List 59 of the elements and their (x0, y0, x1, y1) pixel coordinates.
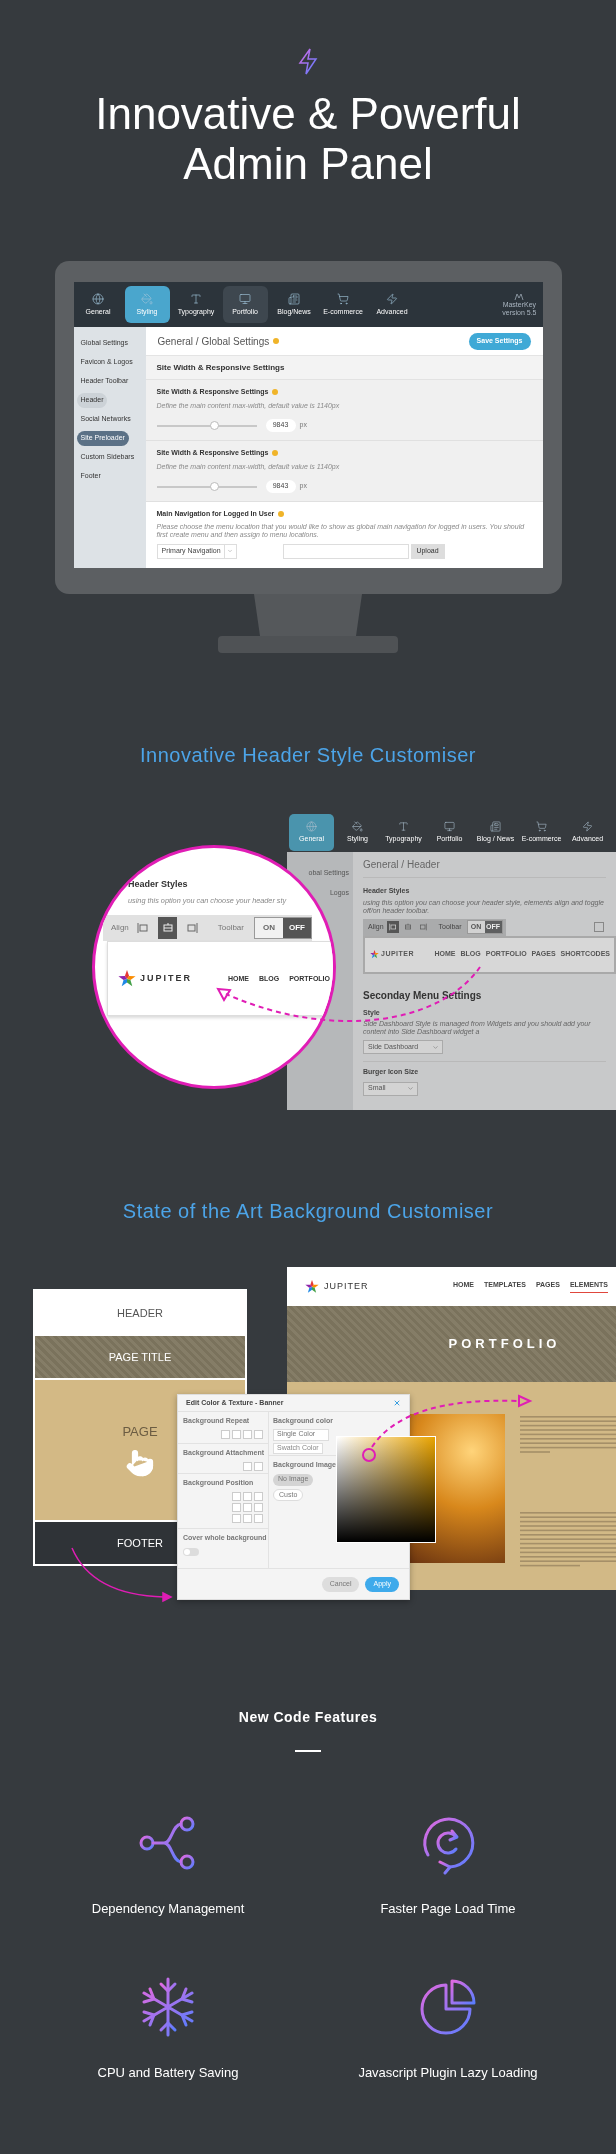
lightning-icon (298, 48, 318, 75)
lightning-icon (582, 821, 593, 832)
page-label: PAGE (122, 1423, 158, 1442)
globe-icon (306, 821, 317, 832)
align-left-icon (137, 922, 150, 935)
letter-t-icon (398, 821, 409, 832)
hero-title: Innovative & Powerful Admin Panel (95, 89, 521, 189)
banner: PORTFOLIO (287, 1306, 616, 1382)
page-title-block: PAGE TITLE (35, 1336, 245, 1378)
slider-thumb[interactable] (210, 482, 219, 491)
newspaper-icon (490, 821, 501, 832)
pointing-hand-icon (125, 1447, 155, 1478)
star-logo-icon (118, 969, 136, 988)
picker-ring[interactable] (362, 1448, 376, 1462)
square-icon (594, 922, 604, 932)
section-heading: Innovative Header Style Customiser (139, 743, 476, 768)
section-heading: State of the Art Background Customiser (122, 1199, 494, 1224)
cart-icon (536, 821, 547, 832)
chevron-down-icon (407, 1085, 414, 1092)
cover-switch[interactable] (183, 1547, 199, 1556)
upload-path-field[interactable] (282, 543, 409, 559)
align-label: Align (111, 922, 129, 935)
monitor-icon (444, 821, 455, 832)
logo-text: JUPITER (140, 972, 192, 986)
cart-icon (337, 293, 349, 305)
feature-label: Faster Page Load Time (380, 1900, 516, 1918)
close-icon[interactable] (393, 1399, 401, 1407)
paint-bucket-icon (141, 293, 153, 305)
feature-label: Javascript Plugin Lazy Loading (358, 2063, 538, 2082)
star-logo-icon (370, 950, 379, 959)
align-button[interactable] (158, 917, 178, 940)
feature-label: CPU and Battery Saving (97, 2063, 239, 2082)
color-picker-square[interactable] (336, 1436, 436, 1543)
chevron-down-icon (432, 1043, 439, 1051)
star-logo-icon (305, 1279, 319, 1294)
align-right-icon (186, 922, 199, 935)
feature-label: Dependency Management (91, 1900, 245, 1918)
brand-logo-icon (514, 292, 525, 301)
section-heading: New Code Features (238, 1708, 378, 1726)
section-title: Site Width & Responsive Settings (145, 356, 543, 380)
align-button[interactable] (386, 921, 399, 933)
toolbar-label: Toolbar (217, 922, 244, 935)
letter-t-icon (190, 293, 202, 305)
monitor-icon (239, 293, 251, 305)
page-title: General / Global Settings (157, 334, 270, 349)
setting-label: Header Styles (128, 878, 188, 891)
align-center-icon (161, 922, 174, 935)
align-right-icon (418, 923, 427, 931)
slider-thumb[interactable] (210, 421, 219, 430)
align-left-icon (388, 923, 397, 931)
align-center-icon (403, 923, 412, 931)
toolbar-toggle[interactable]: ON OFF (254, 917, 312, 940)
paint-bucket-icon (352, 821, 363, 832)
logo-text: JUPITER (324, 1279, 369, 1293)
globe-icon (92, 293, 104, 305)
chevron-down-icon (227, 548, 233, 554)
page-title: General / Header (363, 852, 606, 878)
lightning-icon (386, 293, 398, 305)
newspaper-icon (288, 293, 300, 305)
